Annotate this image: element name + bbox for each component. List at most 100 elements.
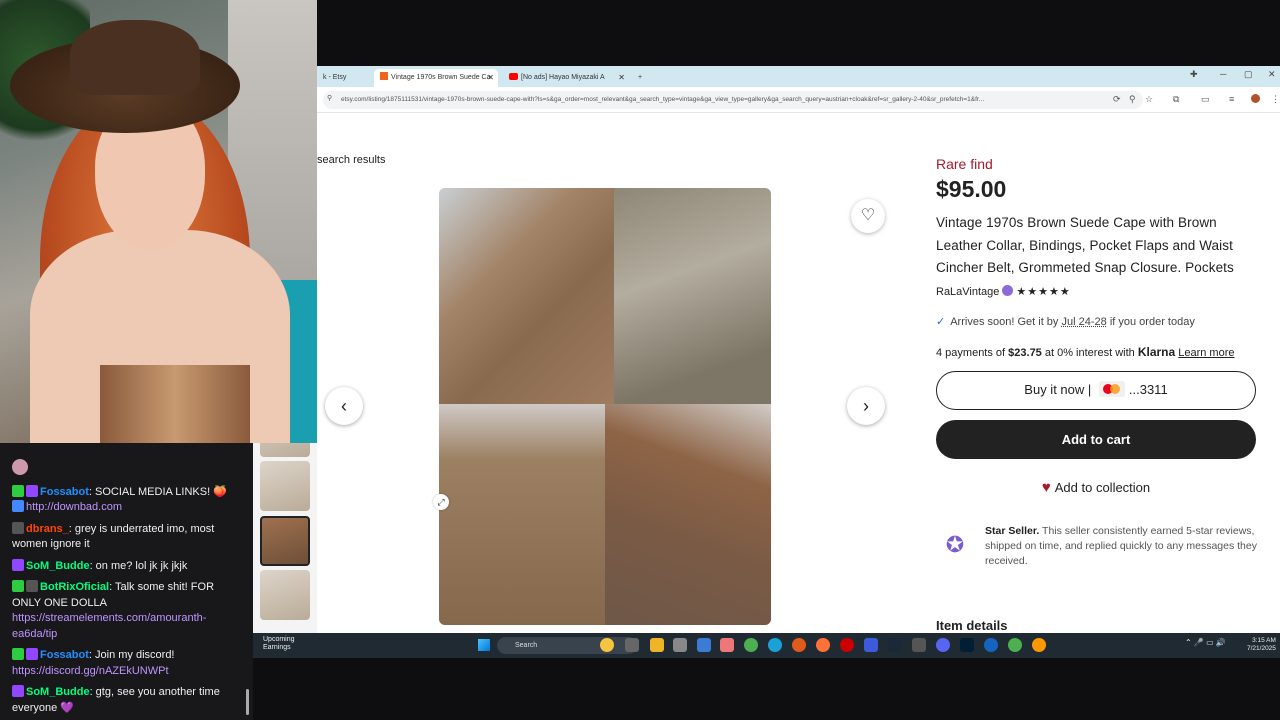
thumbnail[interactable]: [260, 461, 310, 511]
chat-message: SoM_Budde: gtg, see you another time eve…: [12, 685, 245, 716]
browser-tab[interactable]: k - Etsy: [317, 69, 372, 87]
favorite-button[interactable]: ♡: [851, 199, 885, 233]
product-photo-back: [439, 404, 605, 625]
chat-username[interactable]: SoM_Budde: [26, 686, 90, 698]
star-seller-icon: ✪: [938, 528, 972, 562]
chrome-canary-icon[interactable]: [1032, 638, 1046, 652]
chrome-icon[interactable]: [744, 638, 758, 652]
close-window-icon[interactable]: ✕: [1268, 69, 1276, 80]
taskbar-clock[interactable]: 3:15 AM 7/21/2025: [1247, 637, 1276, 653]
clock-date: 7/21/2025: [1247, 645, 1276, 652]
browser-tabbar: k - Etsy Vintage 1970s Brown Suede Ca ✕ […: [317, 66, 1280, 87]
steam-icon[interactable]: [888, 638, 902, 652]
learn-more-link[interactable]: Learn more: [1178, 347, 1234, 359]
badge-icon: [12, 648, 24, 660]
site-info-icon[interactable]: ⚲: [327, 94, 332, 102]
app-icon[interactable]: [912, 638, 926, 652]
rating-stars[interactable]: ★★★★★: [1016, 286, 1070, 298]
profile-avatar[interactable]: [1251, 94, 1260, 103]
chat-username[interactable]: SoM_Budde: [26, 560, 90, 572]
badge-icon: [12, 484, 24, 497]
discord-icon[interactable]: [936, 638, 950, 652]
browser-tab[interactable]: [No ads] Hayao Miyazaki A ✕: [503, 69, 629, 87]
refresh-icon[interactable]: ⟳: [1113, 94, 1121, 105]
chat-scrollbar[interactable]: [246, 689, 249, 715]
etsy-listing-page: search results ⤢ ‹ › ♡ Rare find $95.00 …: [317, 113, 1280, 633]
zoom-icon[interactable]: ⚲: [1129, 94, 1136, 105]
back-to-search-link[interactable]: search results: [317, 154, 385, 166]
chat-message: dbrans_: grey is underrated imo, most wo…: [12, 521, 245, 553]
thumbnail[interactable]: [260, 443, 310, 457]
chat-link[interactable]: https://streamelements.com/amouranth-ea6…: [12, 612, 206, 640]
item-details-heading[interactable]: Item details: [936, 618, 1008, 633]
buy-now-label: Buy it now: [1024, 382, 1085, 397]
badge-icon: [26, 648, 38, 660]
task-view-icon[interactable]: [625, 638, 639, 652]
close-icon[interactable]: ✕: [618, 69, 625, 87]
edge-icon[interactable]: [768, 638, 782, 652]
main-product-image[interactable]: [439, 188, 771, 625]
app-r-icon[interactable]: [864, 638, 878, 652]
product-photo-shoulder: [605, 404, 771, 625]
bookmark-star-icon[interactable]: ☆: [1145, 94, 1153, 105]
minimize-icon[interactable]: ─: [1220, 69, 1226, 79]
product-photo-collar: [439, 188, 614, 404]
chat-text: : on me? lol jk jk jkjk: [89, 559, 188, 572]
app-icon[interactable]: [984, 638, 998, 652]
badge-icon: [12, 500, 24, 512]
add-to-cart-button[interactable]: Add to cart: [936, 420, 1256, 459]
calculator-icon[interactable]: [673, 638, 687, 652]
windows-start-icon[interactable]: [478, 639, 490, 651]
next-image-button[interactable]: ›: [847, 387, 885, 425]
url-field[interactable]: etsy.com/listing/1875111531/vintage-1970…: [323, 91, 1143, 109]
file-explorer-icon[interactable]: [650, 638, 664, 652]
expand-icon[interactable]: ⤢: [433, 494, 449, 510]
taskbar-search[interactable]: Search: [497, 637, 637, 654]
listing-title: Vintage 1970s Brown Suede Cape with Brow…: [936, 215, 1234, 275]
chat-username[interactable]: Fossabot: [40, 486, 89, 498]
chat-username[interactable]: dbrans_: [26, 523, 69, 535]
add-to-collection-button[interactable]: ♥ Add to collection: [936, 479, 1256, 496]
card-suffix: ...3311: [1128, 382, 1168, 397]
webcam-overlay: [0, 0, 317, 443]
thumbnail[interactable]: [260, 570, 310, 620]
chat-message: SoM_Budde: on me? lol jk jk jkjk: [12, 558, 245, 575]
firefox-icon[interactable]: [816, 638, 830, 652]
store-icon[interactable]: [697, 638, 711, 652]
more-icon[interactable]: ⋮: [1271, 94, 1280, 105]
browser-tab-active[interactable]: Vintage 1970s Brown Suede Ca ✕: [374, 69, 498, 87]
system-tray[interactable]: ⌃ 🎤 ▭ 🔊: [1185, 638, 1226, 647]
thumbnail-selected[interactable]: [260, 516, 310, 566]
extensions-icon[interactable]: ⧉: [1173, 94, 1179, 105]
arrives-dates[interactable]: Jul 24-28: [1062, 316, 1107, 328]
listing-details: Rare find $95.00 Vintage 1970s Brown Sue…: [936, 113, 1266, 633]
chat-username[interactable]: BotRixOficial: [40, 581, 109, 593]
taskbar-weather[interactable]: Upcoming Earnings: [253, 633, 317, 658]
copilot-icon[interactable]: [720, 638, 734, 652]
chat-message: Fossabot: Join my discord! https://disco…: [12, 648, 245, 679]
new-tab-button[interactable]: +: [632, 69, 648, 87]
tab-search-icon[interactable]: ✚: [1190, 69, 1198, 80]
badge-icon: [12, 580, 24, 592]
maximize-icon[interactable]: ▢: [1244, 69, 1253, 80]
seller-name-link[interactable]: RaLaVintage: [936, 286, 999, 298]
settings-icon[interactable]: ≡: [1229, 94, 1234, 104]
tab-menu-icon[interactable]: ▭: [1201, 94, 1210, 105]
clock-time: 3:15 AM: [1252, 637, 1276, 644]
brave-icon[interactable]: [792, 638, 806, 652]
chrome-icon[interactable]: [1008, 638, 1022, 652]
close-icon[interactable]: ✕: [487, 69, 494, 87]
chat-link[interactable]: http://downbad.com: [26, 501, 122, 513]
chat-message: [12, 447, 245, 457]
opera-icon[interactable]: [840, 638, 854, 652]
chat-link[interactable]: https://discord.gg/nAZEkUNWPt: [12, 665, 169, 677]
previous-image-button[interactable]: ‹: [325, 387, 363, 425]
buy-it-now-button[interactable]: Buy it now | ...3311: [936, 371, 1256, 410]
chat-text: : SOCIAL MEDIA LINKS! 🍑: [88, 485, 227, 498]
widget-icon[interactable]: [600, 638, 614, 652]
chat-username[interactable]: Fossabot: [40, 649, 89, 661]
chat-message: [12, 459, 245, 479]
photoshop-icon[interactable]: [960, 638, 974, 652]
chat-text: : Join my discord!: [88, 649, 175, 661]
chat-panel: Fossabot: SOCIAL MEDIA LINKS! 🍑 http://d…: [0, 443, 253, 720]
